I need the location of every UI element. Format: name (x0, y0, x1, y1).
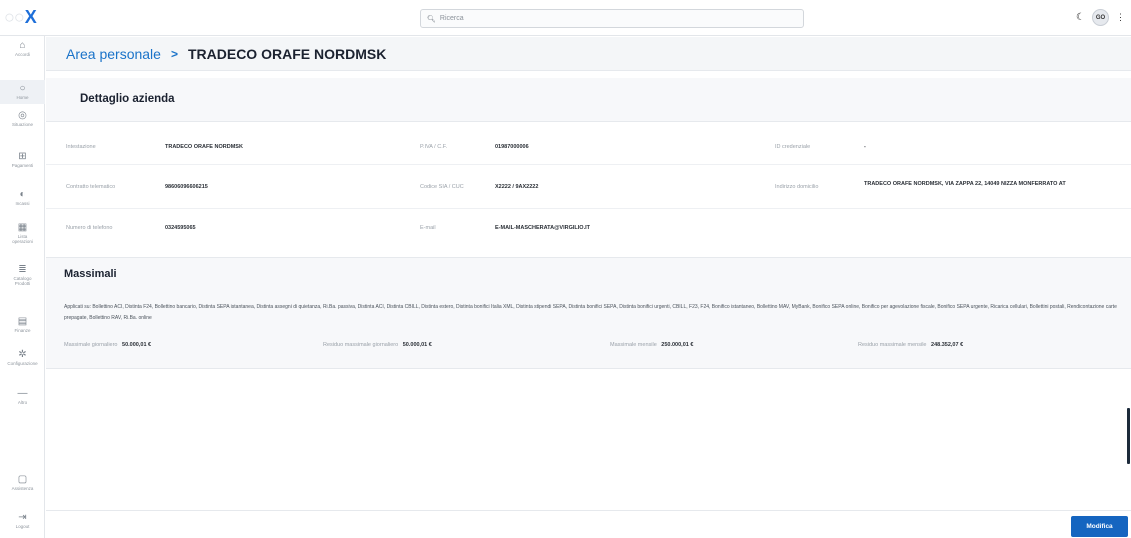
massimale-value: 248.352,07 € (931, 342, 964, 348)
field-value-email: E-MAIL-MASCHERATA@VIRGILIO.IT (495, 225, 590, 231)
field-value-indirizzo: TRADECO ORAFE NORDMSK, VIA ZAPPA 22, 140… (864, 181, 1066, 187)
field-value-contratto: 98606096606215 (165, 184, 208, 190)
massimale-value: 250.000,01 € (661, 342, 694, 348)
field-value-piva: 01987000006 (495, 144, 529, 150)
sidebar-item-label: Home (16, 95, 29, 100)
avatar[interactable]: GO (1092, 9, 1109, 26)
field-label-contratto: Contratto telematico (66, 184, 116, 190)
section-title: Massimali (64, 268, 117, 280)
sidebar-item-label: Accordi (14, 52, 30, 57)
field-label-piva: P.IVA / C.F. (420, 144, 448, 150)
field-label-codice-sia: Codice SIA / CUC (420, 184, 464, 190)
detail-section-header: Dettaglio azienda (46, 78, 1131, 122)
field-value-id-credenziale: - (864, 144, 866, 150)
sidebar-item-label: Logout (15, 524, 30, 529)
logo-faded-mark: ○○ (4, 6, 25, 27)
sidebar-item-situazione[interactable]: ◎ Situazione (0, 110, 45, 134)
breadcrumb-parent-link[interactable]: Area personale (66, 46, 161, 62)
sidebar-item-incassi[interactable]: ◐ Incassi (0, 189, 45, 213)
massimale-label: Massimale giornaliero (64, 342, 118, 348)
sidebar-item-catalogo-prodotti[interactable]: ≣ Catalogo Prodotti (0, 264, 45, 296)
gear-icon: ✲ (18, 349, 27, 360)
sidebar-item-label: Altro (17, 400, 28, 405)
field-label-intestazione: Intestazione (66, 144, 96, 150)
sidebar-item-label: Pagamenti (11, 163, 34, 168)
footer-bar (46, 510, 1131, 538)
sidebar-item-configurazione[interactable]: ✲ Configurazione (0, 349, 45, 373)
payments-icon: ⊞ (18, 151, 27, 162)
sidebar: ⌂ Accordi ○ Home ◎ Situazione ⊞ Pagament… (0, 36, 45, 538)
field-value-telefono: 0324595065 (165, 225, 196, 231)
edit-button[interactable]: Modifica (1071, 516, 1128, 537)
massimale-value: 50.000,01 € (122, 342, 152, 348)
massimale-giornaliero: Massimale giornaliero 50.000,01 € (64, 342, 151, 348)
sidebar-item-accordi[interactable]: ⌂ Accordi (0, 40, 45, 66)
sidebar-item-label: Situazione (11, 122, 33, 127)
divider (46, 164, 1131, 165)
search-icon: 🔍︎ (427, 15, 436, 23)
scrollbar-thumb[interactable] (1127, 408, 1130, 464)
field-label-id-credenziale: ID credenziale (775, 144, 811, 150)
sidebar-item-finanze[interactable]: ▤ Finanze (0, 316, 45, 340)
top-bar: ○○ X 🔍︎ Ricerca ☾ GO ⋮ (0, 0, 1131, 36)
app-logo[interactable]: ○○ X (4, 6, 52, 28)
field-label-telefono: Numero di telefono (66, 225, 113, 231)
logo-x-mark: X (24, 6, 37, 27)
chat-icon: ▢ (17, 474, 28, 485)
massimali-description: Applicati su: Bollettino ACI, Distinta F… (64, 304, 1117, 321)
file-icon: ◐ (19, 189, 26, 200)
field-label-indirizzo: Indirizzo domicilio (775, 184, 819, 190)
search-input[interactable]: 🔍︎ Ricerca (420, 9, 804, 28)
globe-icon: ◎ (18, 110, 27, 121)
sidebar-item-label: Lista operazioni (12, 234, 33, 244)
sidebar-item-altro[interactable]: — Altro (0, 388, 45, 412)
sidebar-item-home[interactable]: ○ Home (0, 80, 45, 104)
stack-icon: ≣ (18, 264, 27, 275)
massimale-value: 50.000,01 € (402, 342, 432, 348)
dark-mode-icon[interactable]: ☾ (1076, 12, 1085, 23)
section-title: Dettaglio azienda (80, 93, 175, 105)
breadcrumb: Area personale > TRADECO ORAFE NORDMSK (46, 37, 1131, 71)
residuo-massimale-mensile: Residuo massimale mensile 248.352,07 € (858, 342, 963, 348)
field-label-email: E-mail (420, 225, 436, 231)
massimale-label: Residuo massimale giornaliero (323, 342, 399, 348)
minus-icon: — (17, 388, 28, 399)
sidebar-item-assistenza[interactable]: ▢ Assistenza (0, 474, 45, 498)
home-icon: ⌂ (19, 40, 26, 51)
massimale-mensile: Massimale mensile 250.000,01 € (610, 342, 693, 348)
sidebar-item-lista-operazioni[interactable]: ▦ Lista operazioni (0, 222, 45, 254)
top-right-controls: ☾ GO ⋮ (1076, 9, 1125, 26)
circle-icon: ○ (19, 83, 26, 94)
grid-icon: ▦ (17, 222, 28, 233)
sidebar-item-label: Finanze (14, 328, 31, 333)
sidebar-item-label: Assistenza (11, 486, 34, 491)
sidebar-item-label: Incassi (15, 201, 30, 206)
search-placeholder: Ricerca (439, 15, 464, 22)
logout-icon: ⇥ (18, 512, 27, 523)
breadcrumb-separator: > (170, 46, 178, 61)
sidebar-item-label: Catalogo Prodotti (13, 276, 32, 286)
residuo-massimale-giornaliero: Residuo massimale giornaliero 50.000,01 … (323, 342, 432, 348)
page-title: TRADECO ORAFE NORDMSK (187, 45, 387, 62)
massimale-label: Residuo massimale mensile (858, 342, 927, 348)
sidebar-item-pagamenti[interactable]: ⊞ Pagamenti (0, 151, 45, 175)
sidebar-item-label: Configurazione (7, 361, 38, 366)
sidebar-item-logout[interactable]: ⇥ Logout (0, 512, 45, 536)
field-value-codice-sia: X2222 / 9AX2222 (495, 184, 539, 190)
divider (46, 208, 1131, 209)
calendar-icon: ▤ (17, 316, 28, 327)
more-menu-icon[interactable]: ⋮ (1116, 12, 1125, 23)
massimale-label: Massimale mensile (610, 342, 657, 348)
field-value-intestazione: TRADECO ORAFE NORDMSK (165, 144, 243, 150)
